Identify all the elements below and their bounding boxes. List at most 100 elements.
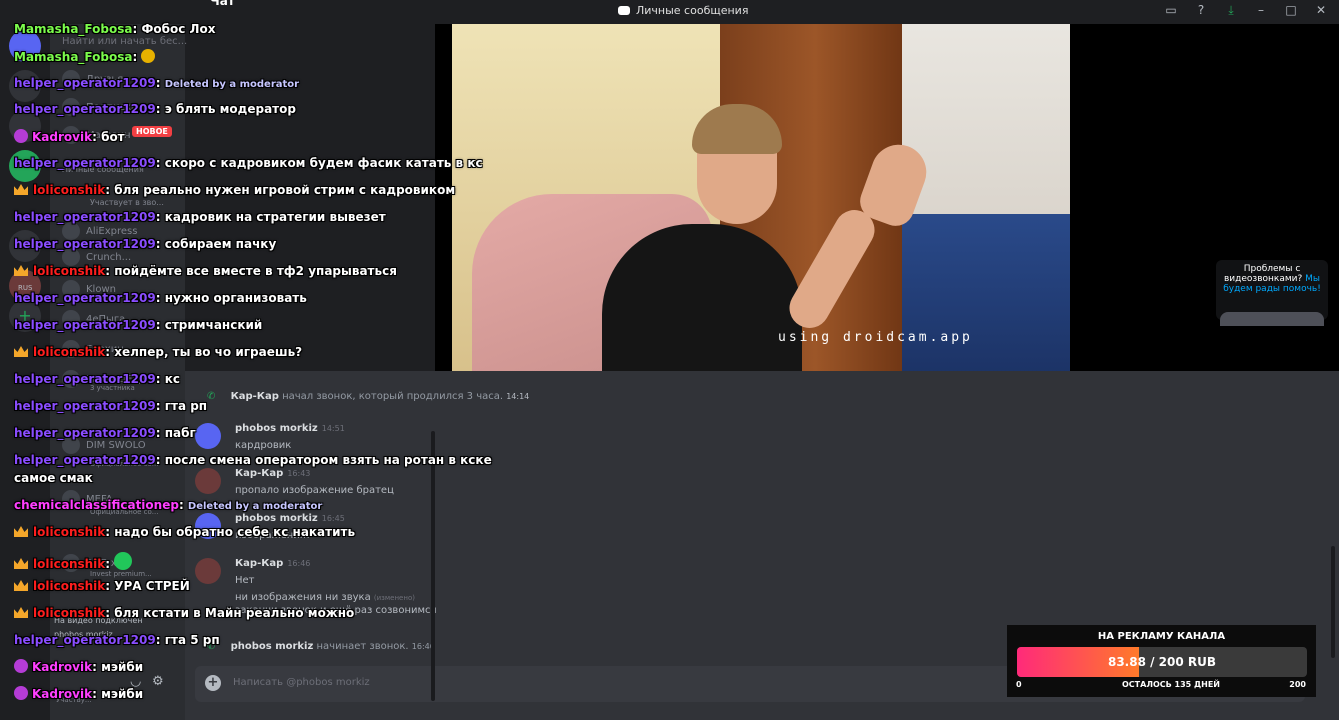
chat-separator: : (155, 318, 165, 332)
chat-line: Kadrovik: мэйби (14, 686, 143, 701)
webcam-video[interactable]: using droidcam.app (452, 24, 1070, 371)
chat-separator: : (155, 291, 165, 305)
chat-line: helper_operator1209: э блять модератор (14, 102, 296, 116)
chat-message: гта рп (164, 399, 208, 413)
chat-line: Mamasha_Fobosa: (14, 49, 159, 64)
help-popup: Проблемы с видеозвонками? Мы будем рады … (1216, 260, 1328, 326)
scrollbar[interactable] (1331, 546, 1335, 658)
chat-username[interactable]: Mamasha_Fobosa (14, 50, 132, 64)
chat-line: самое смак (14, 471, 93, 485)
chat-username[interactable]: helper_operator1209 (14, 156, 156, 170)
chat-message: гта 5 рп (164, 633, 220, 647)
crown-badge-icon (14, 607, 28, 618)
chat-separator: : (92, 660, 102, 674)
chat-message: собираем пачку (164, 237, 277, 251)
chat-separator: : (155, 237, 165, 251)
chat-message: Фобос Лох (141, 22, 216, 36)
chat-line: helper_operator1209: гта 5 рп (14, 633, 220, 647)
emote-icon (114, 552, 133, 570)
chat-username[interactable]: helper_operator1209 (14, 372, 156, 386)
chat-separator: : (105, 606, 115, 620)
minimize-icon[interactable]: – (1253, 3, 1269, 18)
help-popup-text: Проблемы с видеозвонками? (1223, 264, 1303, 284)
chat-line: loliconshik: бля кстати в Майн реально м… (14, 606, 354, 620)
chat-username[interactable]: helper_operator1209 (14, 237, 156, 251)
chat-message: мэйби (101, 660, 144, 674)
inbox-icon[interactable]: ▭ (1163, 3, 1179, 18)
chat-line: loliconshik: пойдёмте все вместе в тф2 у… (14, 264, 397, 278)
chat-username[interactable]: helper_operator1209 (14, 633, 156, 647)
chat-username[interactable]: loliconshik (33, 606, 105, 620)
chat-line: Kadrovik: бот (14, 129, 125, 144)
deleted-message-label: Deleted by a moderator (164, 79, 300, 90)
user-badge-icon (14, 686, 28, 700)
chat-username[interactable]: Kadrovik (32, 130, 92, 144)
chat-separator: : (155, 633, 165, 647)
chat-username[interactable]: helper_operator1209 (14, 291, 156, 305)
chat-line: Mamasha_Fobosa: Фобос Лох (14, 22, 215, 36)
help-popup-button[interactable] (1220, 312, 1324, 326)
chat-message: хелпер, ты во чо играешь? (114, 345, 303, 359)
chat-message: самое смак (14, 471, 93, 485)
chat-line: helper_operator1209: пабг (14, 426, 196, 440)
chat-message: бот (101, 130, 125, 144)
donation-goal-widget: НА РЕКЛАМУ КАНАЛА 83.88 / 200 RUB 0 ОСТА… (1007, 625, 1316, 697)
chat-username[interactable]: helper_operator1209 (14, 318, 156, 332)
chat-separator: : (92, 130, 102, 144)
crown-badge-icon (14, 265, 28, 276)
chat-username[interactable]: loliconshik (33, 264, 105, 278)
chat-separator: : (105, 183, 115, 197)
chat-message: кадровик на стратегии вывезет (164, 210, 386, 224)
chat-line: helper_operator1209: Deleted by a modera… (14, 76, 299, 90)
window-title: Личные сообщения (618, 4, 748, 17)
donation-amount: 83.88 / 200 RUB (1107, 655, 1217, 669)
window-title-text: Личные сообщения (636, 4, 749, 17)
chat-message: УРА СТРЕЙ (114, 579, 190, 593)
chat-separator: : (132, 50, 142, 64)
chat-message: мэйби (101, 687, 144, 701)
chat-line: helper_operator1209: кадровик на стратег… (14, 210, 386, 224)
donation-min: 0 (1016, 680, 1022, 689)
donation-days-left: ОСТАЛОСЬ 135 ДНЕЙ (1122, 680, 1220, 689)
chat-username[interactable]: helper_operator1209 (14, 399, 156, 413)
download-icon[interactable]: ⤓ (1223, 3, 1239, 18)
chat-line: loliconshik: хелпер, ты во чо играешь? (14, 345, 302, 359)
chat-separator: : (105, 345, 115, 359)
chat-separator: : (155, 156, 165, 170)
chat-username[interactable]: helper_operator1209 (14, 76, 156, 90)
maximize-icon[interactable]: □ (1283, 3, 1299, 18)
person-body (602, 224, 802, 371)
chat-username[interactable]: helper_operator1209 (14, 210, 156, 224)
chat-line: helper_operator1209: собираем пачку (14, 237, 276, 251)
chat-username[interactable]: Mamasha_Fobosa (14, 22, 132, 36)
chat-username[interactable]: helper_operator1209 (14, 426, 156, 440)
close-icon[interactable]: ✕ (1313, 3, 1329, 18)
chat-username[interactable]: Kadrovik (32, 687, 92, 701)
chat-separator: : (155, 453, 165, 467)
chat-line: helper_operator1209: после смена операто… (14, 453, 492, 467)
chat-username[interactable]: helper_operator1209 (14, 453, 156, 467)
chat-username[interactable]: loliconshik (33, 557, 105, 571)
chat-username[interactable]: loliconshik (33, 345, 105, 359)
chat-username[interactable]: loliconshik (33, 183, 105, 197)
chat-separator: : (105, 264, 115, 278)
chat-username[interactable]: Kadrovik (32, 660, 92, 674)
message-time: 14:14 (506, 392, 530, 401)
chat-line: helper_operator1209: кс (14, 372, 180, 386)
chat-separator: : (155, 372, 165, 386)
chat-line: helper_operator1209: гта рп (14, 399, 207, 413)
chat-header-title: Чат (210, 0, 235, 8)
chat-username[interactable]: loliconshik (33, 525, 105, 539)
chat-username[interactable]: chemicalclassificationер (14, 498, 179, 512)
chat-username[interactable]: helper_operator1209 (14, 102, 156, 116)
video-watermark: using droidcam.app (778, 330, 973, 345)
crown-badge-icon (14, 526, 28, 537)
chat-line: helper_operator1209: нужно организовать (14, 291, 307, 305)
chat-message: после смена оператором взять на ротан в … (164, 453, 492, 467)
chat-separator: : (105, 579, 115, 593)
video-bg-bed (902, 214, 1070, 371)
chat-username[interactable]: loliconshik (33, 579, 105, 593)
chat-separator: : (155, 210, 165, 224)
help-icon[interactable]: ? (1193, 3, 1209, 18)
chat-line: chemicalclassificationер: Deleted by a m… (14, 498, 322, 512)
